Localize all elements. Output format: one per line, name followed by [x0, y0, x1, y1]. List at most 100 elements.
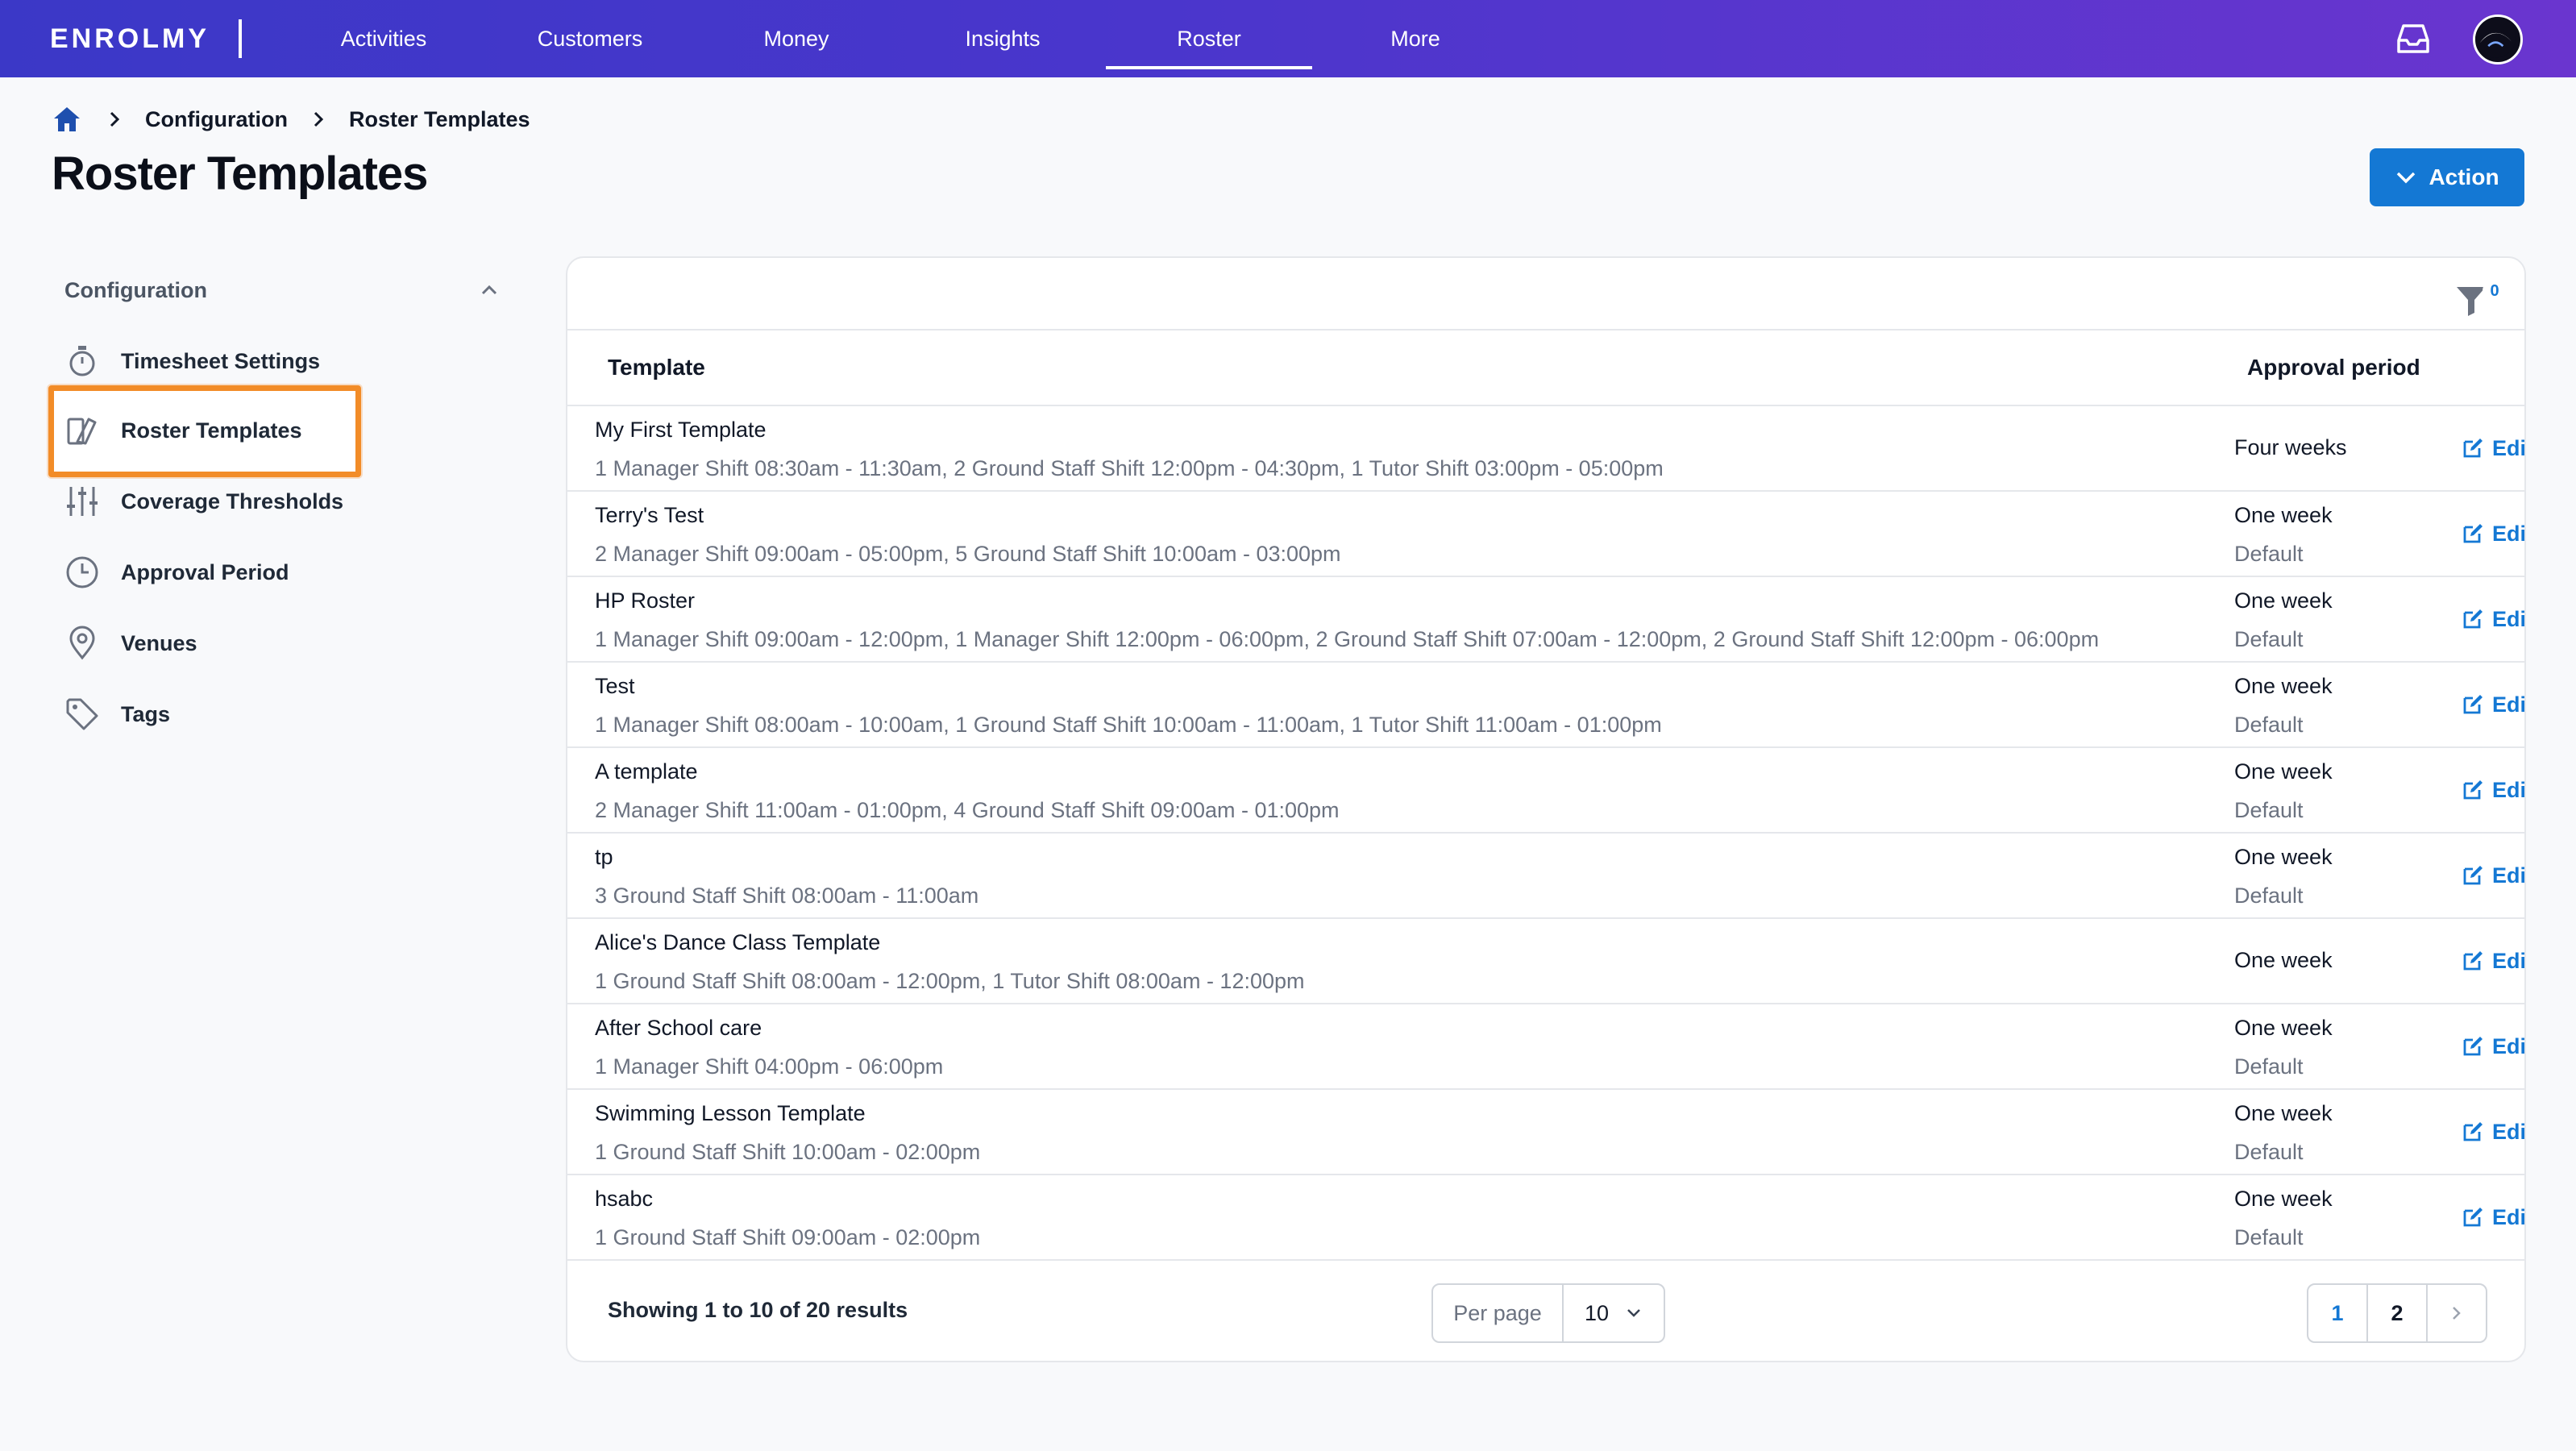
- template-name[interactable]: My First Template: [595, 418, 767, 443]
- breadcrumb: Configuration Roster Templates: [52, 103, 551, 135]
- template-name[interactable]: Alice's Dance Class Template: [595, 930, 880, 955]
- approval-period: One week: [2234, 503, 2333, 527]
- sidebar-item-coverage-thresholds[interactable]: Coverage Thresholds: [64, 477, 419, 526]
- action-label: Action: [2429, 164, 2499, 189]
- table-row[interactable]: HP Roster 1 Manager Shift 09:00am - 12:00…: [567, 577, 2524, 663]
- template-shifts: 1 Ground Staff Shift 08:00am - 12:00pm, …: [595, 969, 1305, 993]
- chevron-right-icon: [314, 111, 324, 127]
- user-avatar[interactable]: [2473, 15, 2523, 64]
- edit-icon: [2463, 695, 2483, 714]
- sidebar-item-tags[interactable]: Tags: [64, 690, 419, 738]
- template-name[interactable]: hsabc: [595, 1187, 653, 1212]
- nav-money[interactable]: Money: [693, 0, 900, 77]
- nav-label: Money: [763, 26, 829, 51]
- next-page-button[interactable]: [2428, 1285, 2486, 1341]
- nav-customers[interactable]: Customers: [487, 0, 693, 77]
- per-page-select[interactable]: 10: [1564, 1285, 1664, 1341]
- table-row[interactable]: Terry's Test 2 Manager Shift 09:00am - 05…: [567, 492, 2524, 577]
- page-title: Roster Templates: [52, 148, 428, 200]
- default-badge: Default: [2234, 1054, 2304, 1079]
- column-header-template[interactable]: Template: [608, 355, 705, 380]
- edit-label: Edi: [2492, 1119, 2526, 1144]
- edit-button[interactable]: Edi: [2462, 434, 2524, 463]
- filter-button[interactable]: 0: [2455, 272, 2507, 321]
- home-icon[interactable]: [52, 104, 82, 135]
- edit-button[interactable]: Edi: [2462, 1203, 2526, 1232]
- nav-activities[interactable]: Activities: [280, 0, 487, 77]
- edit-icon: [2463, 1122, 2483, 1141]
- table-row[interactable]: My First Template 1 Manager Shift 08:30am…: [567, 406, 2524, 492]
- edit-icon: [2463, 439, 2483, 458]
- default-badge: Default: [2234, 1225, 2304, 1249]
- chevron-up-icon[interactable]: [479, 280, 500, 301]
- column-header-approval-period[interactable]: Approval period: [2247, 355, 2420, 380]
- per-page-label: Per page: [1433, 1285, 1564, 1341]
- edit-button[interactable]: Edi: [2462, 519, 2524, 548]
- sidebar-item-approval-period[interactable]: Approval Period: [64, 548, 419, 597]
- template-name[interactable]: tp: [595, 845, 613, 870]
- nav-label: Activities: [340, 26, 427, 51]
- edit-button[interactable]: Edi: [2462, 605, 2524, 634]
- page-button-2[interactable]: 2: [2368, 1285, 2428, 1341]
- edit-label: Edi: [2492, 948, 2526, 973]
- edit-label: Edi: [2492, 777, 2526, 802]
- approval-period: One week: [2234, 1101, 2333, 1125]
- default-badge: Default: [2234, 542, 2304, 566]
- nav-insights[interactable]: Insights: [900, 0, 1106, 77]
- template-shifts: 1 Manager Shift 09:00am - 12:00pm, 1 Man…: [595, 627, 2100, 651]
- template-name[interactable]: After School care: [595, 1016, 762, 1041]
- edit-button[interactable]: Edi: [2462, 1032, 2524, 1061]
- action-button[interactable]: Action: [2370, 148, 2524, 206]
- table-row[interactable]: hsabc 1 Ground Staff Shift 09:00am - 02:0…: [567, 1175, 2526, 1261]
- table-header: Template Approval period: [567, 329, 2524, 406]
- sidebar-item-roster-templates[interactable]: Roster Templates: [64, 406, 419, 455]
- sidebar-item-label: Coverage Thresholds: [121, 489, 344, 513]
- table-row[interactable]: Alice's Dance Class Template 1 Ground Sta…: [567, 919, 2526, 1004]
- table-row[interactable]: After School care 1 Manager Shift 04:00pm…: [567, 1004, 2524, 1090]
- edit-label: Edi: [2492, 1204, 2526, 1229]
- edit-icon: [2463, 780, 2483, 800]
- clock-icon: [66, 556, 98, 588]
- page-button-1[interactable]: 1: [2308, 1285, 2368, 1341]
- inbox-icon[interactable]: [2395, 23, 2431, 55]
- edit-button[interactable]: Edi: [2462, 861, 2524, 890]
- template-name[interactable]: Swimming Lesson Template: [595, 1101, 866, 1126]
- enrolmy-logo[interactable]: ENROLMY: [50, 21, 210, 56]
- table-row[interactable]: tp 3 Ground Staff Shift 08:00am - 11:00am…: [567, 834, 2524, 919]
- table-row[interactable]: A template 2 Manager Shift 11:00am - 01:0…: [567, 748, 2526, 834]
- chevron-right-icon: [110, 111, 120, 127]
- edit-button[interactable]: Edi: [2462, 1117, 2526, 1146]
- chevron-down-icon: [2397, 172, 2416, 184]
- table-row[interactable]: Swimming Lesson Template 1 Ground Staff S…: [567, 1090, 2526, 1175]
- template-shifts: 1 Manager Shift 08:00am - 10:00am, 1 Gro…: [595, 713, 1662, 737]
- default-badge: Default: [2234, 883, 2304, 908]
- nav-more[interactable]: More: [1312, 0, 1519, 77]
- edit-icon: [2463, 609, 2483, 629]
- map-pin-icon: [69, 626, 95, 660]
- logo-text: ENROLMY: [50, 23, 210, 54]
- template-icon: [67, 418, 97, 445]
- edit-button[interactable]: Edi: [2462, 775, 2526, 804]
- sidebar-item-venues[interactable]: Venues: [64, 619, 419, 667]
- sidebar-section-configuration[interactable]: Configuration: [64, 274, 500, 306]
- nav-roster[interactable]: Roster: [1106, 0, 1312, 77]
- nav-label: More: [1390, 26, 1440, 51]
- chevron-down-icon: [1627, 1309, 1640, 1317]
- chevron-right-icon: [2453, 1307, 2461, 1320]
- approval-period: One week: [2234, 674, 2333, 698]
- default-badge: Default: [2234, 1140, 2304, 1164]
- pagination: 1 2: [2307, 1283, 2487, 1343]
- template-name[interactable]: Test: [595, 674, 635, 699]
- tag-icon: [66, 698, 98, 730]
- sidebar-header-label: Configuration: [64, 277, 207, 302]
- edit-icon: [2463, 866, 2483, 885]
- template-name[interactable]: HP Roster: [595, 588, 695, 613]
- breadcrumb-configuration[interactable]: Configuration: [145, 107, 288, 132]
- edit-button[interactable]: Edi: [2462, 946, 2526, 975]
- sidebar-item-timesheet-settings[interactable]: Timesheet Settings: [64, 337, 419, 385]
- template-name[interactable]: Terry's Test: [595, 503, 704, 528]
- edit-button[interactable]: Edi: [2462, 690, 2524, 719]
- template-name[interactable]: A template: [595, 759, 698, 784]
- table-row[interactable]: Test 1 Manager Shift 08:00am - 10:00am, 1…: [567, 663, 2524, 748]
- avatar-logo-icon: [2475, 17, 2516, 58]
